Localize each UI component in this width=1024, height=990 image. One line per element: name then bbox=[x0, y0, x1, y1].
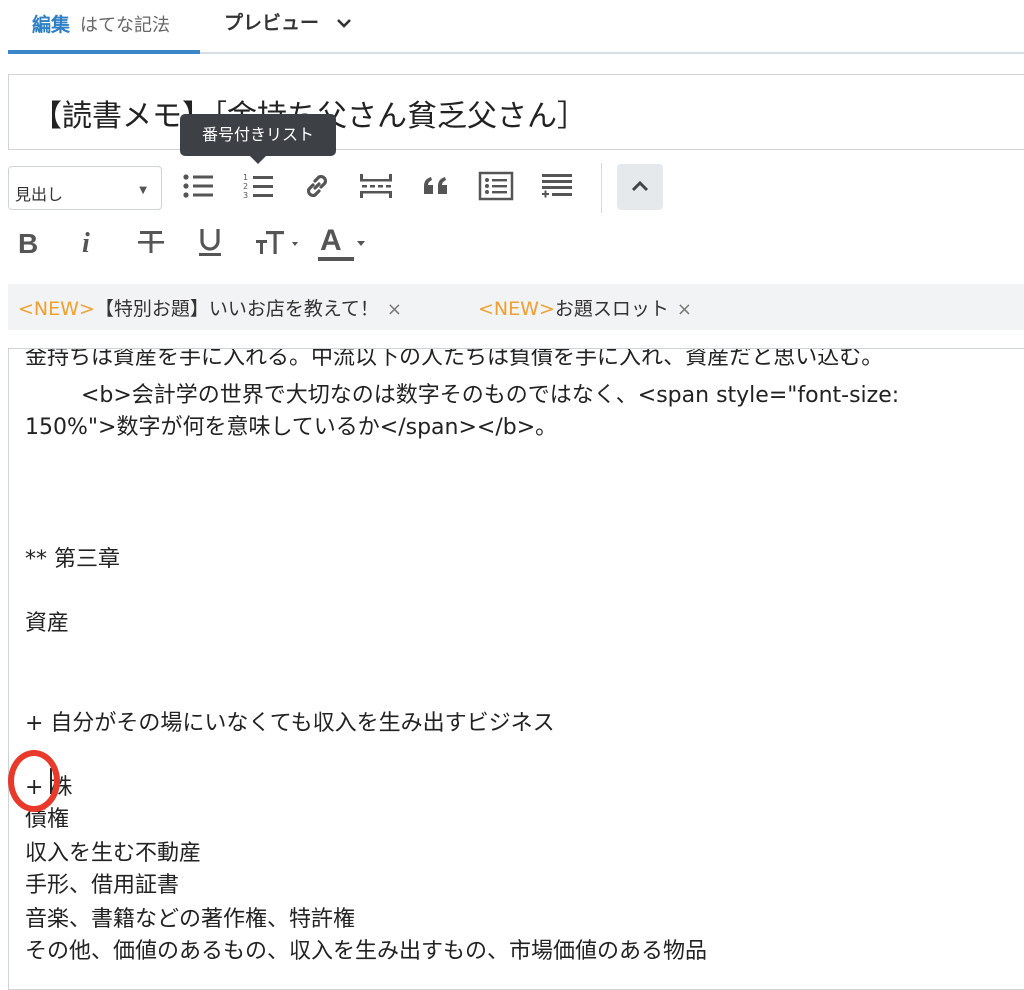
quote-button[interactable] bbox=[416, 166, 456, 206]
editor-line: + 自分がその場にいなくても収入を生み出すビジネス bbox=[25, 711, 555, 736]
font-size-icon bbox=[254, 226, 304, 262]
editor-line: 音楽、書籍などの著作権、特許権 bbox=[25, 907, 356, 932]
tooltip: 番号付きリスト bbox=[180, 114, 336, 164]
close-icon[interactable]: × bbox=[677, 299, 692, 320]
numbered-list-icon: 123 bbox=[241, 171, 275, 201]
underline-icon bbox=[196, 226, 224, 262]
bulleted-list-button[interactable] bbox=[178, 166, 218, 206]
italic-icon: i bbox=[82, 228, 90, 259]
tab-edit-label: 編集 bbox=[32, 14, 71, 36]
footnote-button[interactable] bbox=[536, 166, 576, 206]
editor-textarea[interactable]: 金持ちは資産を手に入れる。中流以下の人たちは負債を手に入れ、資産だと思い込む。 … bbox=[8, 348, 1024, 990]
table-of-contents-button[interactable] bbox=[476, 166, 516, 206]
notice-item[interactable]: <NEW>お題スロット × bbox=[478, 294, 692, 321]
highlight-circle bbox=[8, 750, 60, 812]
numbered-list-button[interactable]: 123 bbox=[238, 166, 278, 206]
svg-text:3: 3 bbox=[243, 191, 248, 200]
more-break-icon bbox=[358, 171, 394, 201]
tab-preview[interactable]: プレビュー bbox=[224, 8, 352, 35]
new-badge: <NEW> bbox=[18, 298, 95, 320]
quote-icon bbox=[421, 174, 451, 198]
editor-line: 資産 bbox=[25, 611, 70, 636]
font-size-button[interactable] bbox=[254, 226, 304, 262]
strikethrough-icon bbox=[136, 227, 166, 261]
collapse-toolbar-button[interactable] bbox=[617, 164, 663, 210]
table-of-contents-icon bbox=[478, 171, 514, 201]
notice-item[interactable]: <NEW>【特別お題】いいお店を教えて！ × bbox=[18, 294, 402, 321]
close-icon[interactable]: × bbox=[387, 299, 402, 320]
new-badge: <NEW> bbox=[478, 298, 555, 320]
font-color-button[interactable]: A bbox=[318, 224, 368, 262]
collapse-icon bbox=[630, 178, 650, 197]
editor-line: <b>会計学の世界で大切なのは数字そのものではなく、<span style="f… bbox=[25, 383, 900, 408]
editor-line: 手形、借用証書 bbox=[25, 873, 180, 898]
editor-line: 収入を生む不動産 bbox=[25, 841, 202, 866]
svg-text:1: 1 bbox=[243, 173, 248, 182]
font-color-icon: A bbox=[318, 224, 368, 262]
notice-text: 【特別お題】いいお店を教えて！ bbox=[94, 298, 379, 320]
link-button[interactable] bbox=[297, 166, 337, 206]
link-icon bbox=[301, 170, 333, 202]
bold-button[interactable]: B bbox=[18, 226, 38, 262]
editor-line: その他、価値のあるもの、収入を生み出すもの、市場価値のある物品 bbox=[25, 939, 708, 964]
strikethrough-button[interactable] bbox=[136, 226, 166, 262]
editor-line: 金持ちは資産を手に入れる。中流以下の人たちは負債を手に入れ、資産だと思い込む。 bbox=[25, 348, 884, 370]
select-arrow-icon: ▼ bbox=[139, 185, 147, 196]
chevron-down-icon bbox=[336, 14, 352, 33]
italic-button[interactable]: i bbox=[82, 226, 90, 262]
editor-tabs: 編集 はてな記法 プレビュー bbox=[0, 0, 1024, 54]
bold-icon: B bbox=[18, 228, 39, 259]
editor-line: ** 第三章 bbox=[25, 547, 120, 572]
footnote-icon bbox=[538, 171, 574, 201]
toolbar-separator bbox=[601, 163, 602, 213]
notice-text: お題スロット bbox=[554, 298, 669, 320]
tab-edit-mode: はてな記法 bbox=[80, 15, 170, 36]
underline-button[interactable] bbox=[196, 226, 224, 262]
editor-line: 150%">数字が何を意味しているか</span></b>。 bbox=[25, 415, 558, 440]
heading-select-label: 見出し bbox=[15, 185, 64, 204]
bulleted-list-icon bbox=[181, 172, 215, 200]
font-color-bar bbox=[318, 257, 354, 261]
heading-select[interactable]: 見出し ▼ bbox=[8, 166, 162, 210]
font-color-letter: A bbox=[320, 224, 342, 257]
more-break-button[interactable] bbox=[356, 166, 396, 206]
tab-preview-label: プレビュー bbox=[224, 12, 320, 34]
active-tab-indicator bbox=[8, 50, 200, 54]
tab-edit[interactable]: 編集 はてな記法 bbox=[8, 0, 200, 54]
svg-text:2: 2 bbox=[243, 182, 248, 191]
